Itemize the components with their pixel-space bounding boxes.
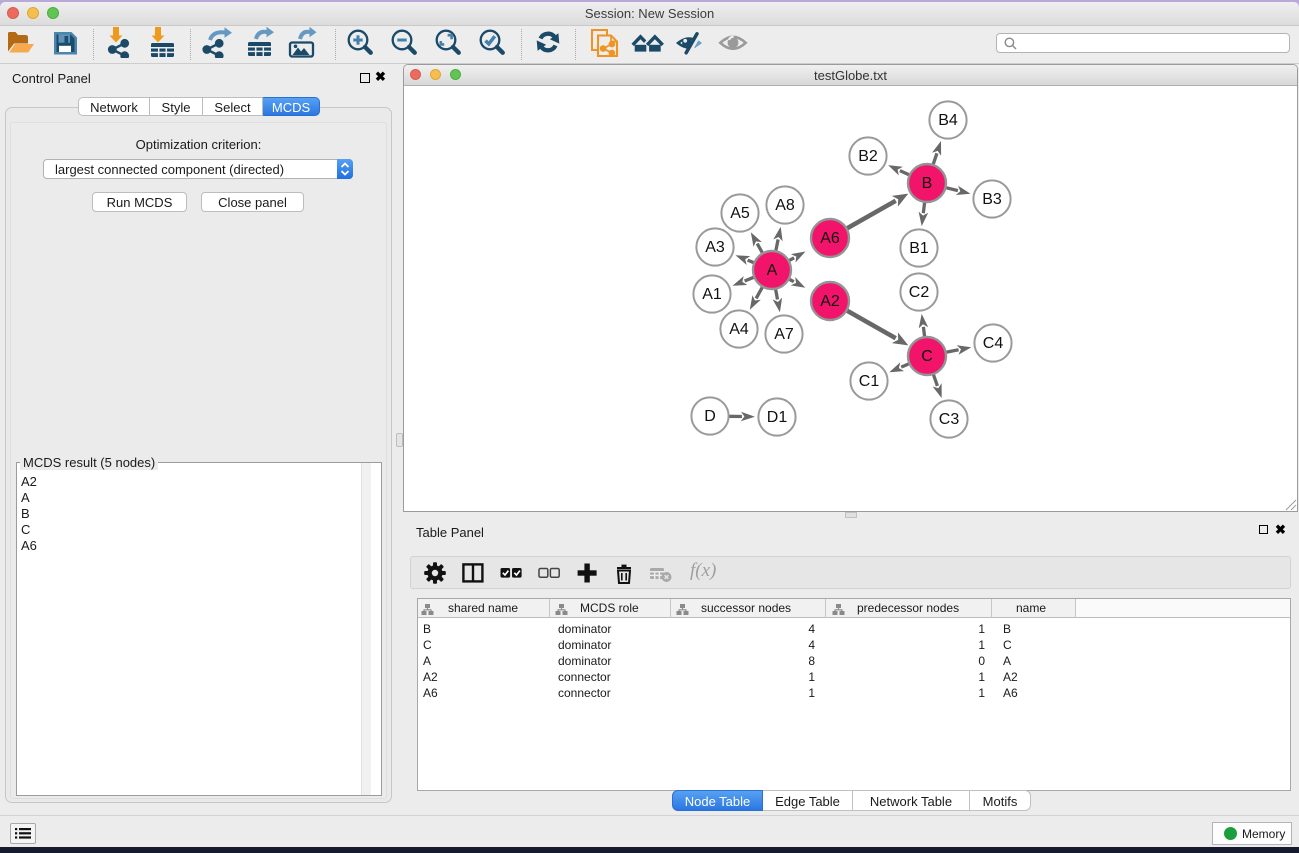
svg-text:B3: B3 (982, 191, 1002, 208)
svg-text:C3: C3 (939, 411, 960, 428)
svg-text:B4: B4 (938, 112, 958, 129)
svg-text:A2: A2 (820, 293, 840, 310)
svg-text:B: B (922, 175, 933, 192)
svg-text:A5: A5 (730, 205, 750, 222)
svg-text:A6: A6 (820, 230, 840, 247)
svg-text:A7: A7 (774, 326, 794, 343)
svg-text:C: C (921, 348, 933, 365)
svg-text:A1: A1 (702, 286, 722, 303)
svg-text:A8: A8 (775, 197, 795, 214)
svg-text:D: D (704, 408, 716, 425)
svg-text:B2: B2 (858, 148, 878, 165)
svg-text:B1: B1 (909, 240, 929, 257)
svg-text:C4: C4 (983, 335, 1004, 352)
svg-text:A: A (767, 262, 778, 279)
svg-text:C1: C1 (859, 373, 880, 390)
svg-text:A4: A4 (729, 321, 749, 338)
svg-text:A3: A3 (705, 239, 725, 256)
svg-text:C2: C2 (909, 284, 930, 301)
svg-text:D1: D1 (767, 409, 788, 426)
